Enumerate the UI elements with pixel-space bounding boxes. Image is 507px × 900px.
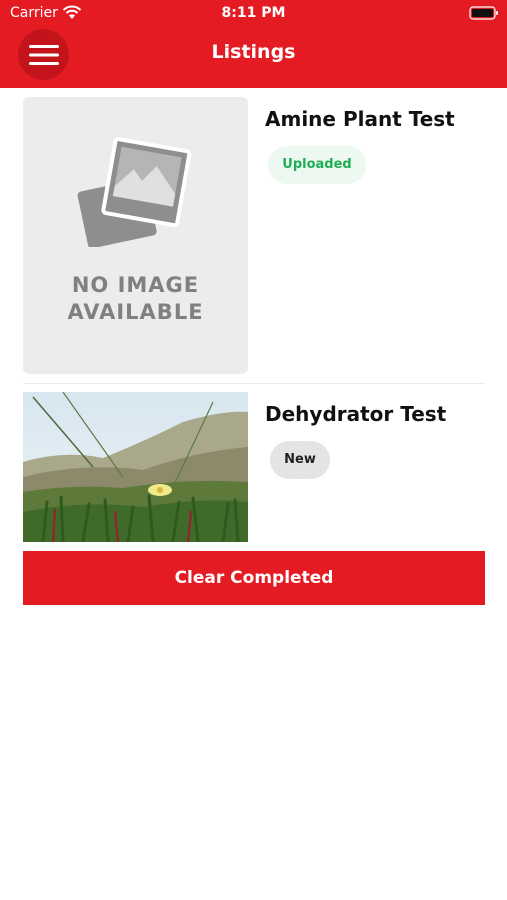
- listing-photo[interactable]: [23, 392, 248, 542]
- status-bar: Carrier 8:11 PM: [0, 0, 507, 28]
- no-image-label: NO IMAGE AVAILABLE: [67, 273, 204, 324]
- status-badge: Uploaded: [268, 146, 366, 184]
- app-header: Carrier 8:11 PM Listings: [0, 0, 507, 88]
- listing-image-placeholder[interactable]: NO IMAGE AVAILABLE: [23, 97, 248, 374]
- battery-icon: [469, 6, 498, 20]
- status-badge: New: [270, 441, 330, 479]
- page-title: Listings: [211, 41, 296, 63]
- no-image-icon: [77, 137, 192, 247]
- listing-title[interactable]: Amine Plant Test: [265, 107, 455, 131]
- clear-completed-button[interactable]: Clear Completed: [23, 551, 485, 605]
- landscape-photo: [23, 392, 248, 542]
- listing-divider: [23, 383, 485, 384]
- status-time: 8:11 PM: [221, 5, 286, 21]
- listing-title[interactable]: Dehydrator Test: [265, 402, 446, 426]
